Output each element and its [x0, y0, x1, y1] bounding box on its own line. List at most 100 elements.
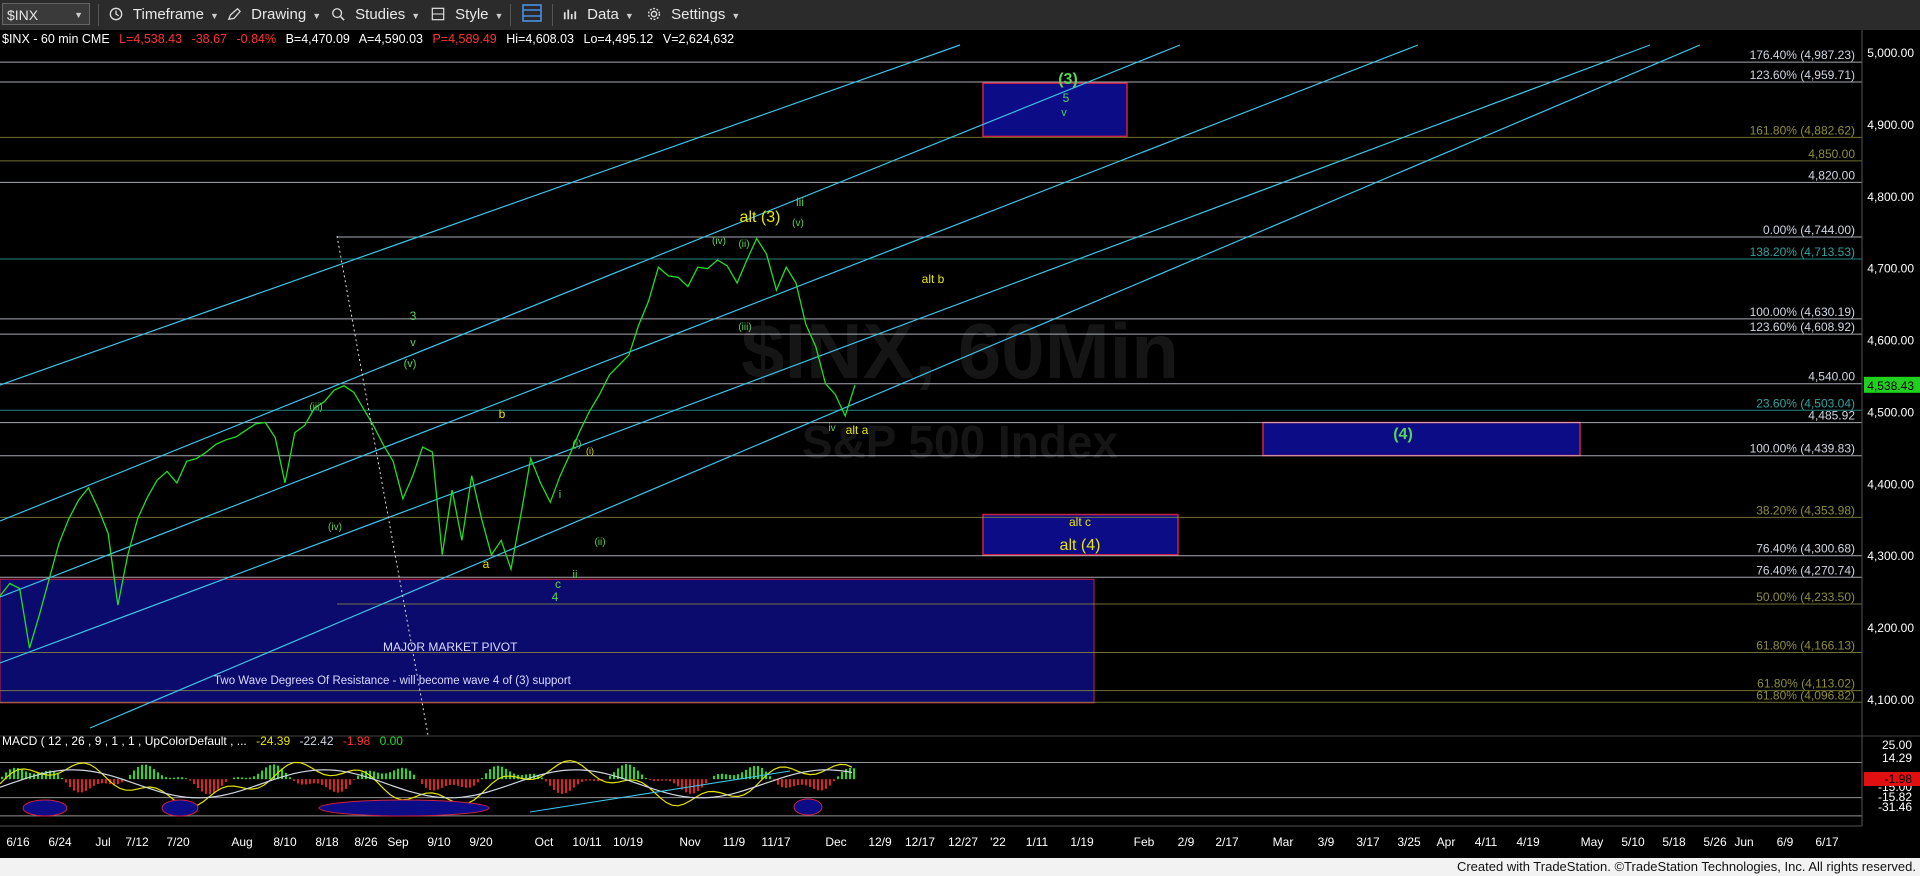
macd-current-value: -1.98 [1885, 772, 1913, 786]
wave-label: alt a [846, 423, 869, 437]
y-axis-tick-label: 4,700.00 [1867, 262, 1914, 276]
watermark-symbol: $INX, 60Min [741, 307, 1179, 395]
y-axis-tick-label: 4,500.00 [1867, 405, 1914, 419]
fib-level-label: 100.00% (4,630.19) [1750, 305, 1855, 319]
fib-level-label: 50.00% (4,233.50) [1756, 590, 1855, 604]
chevron-down-icon: ▼ [312, 11, 322, 21]
x-axis-tick-label: 8/10 [273, 835, 297, 849]
wave-label: a [483, 557, 490, 571]
wave-label: v [410, 337, 416, 349]
macd-value-2: -22.42 [299, 734, 333, 748]
x-axis-tick-label: 10/19 [613, 835, 643, 849]
x-axis-tick-label: 11/9 [723, 835, 746, 849]
timeframe-button[interactable]: Timeframe ▼ [108, 4, 219, 26]
header-bid: B=4,470.09 [286, 32, 350, 46]
y-axis-tick-label: 4,100.00 [1867, 693, 1914, 707]
copyright-text: Created with TradeStation. ©TradeStation… [1456, 859, 1916, 874]
header-change: -38.67 [192, 32, 227, 46]
drawing-button[interactable]: Drawing ▼ [226, 4, 321, 26]
target-box-label: (3) [1058, 71, 1078, 88]
y-axis-tick-label: 4,600.00 [1867, 334, 1914, 348]
wave-label: (iv) [328, 522, 342, 533]
settings-label: Settings [671, 6, 726, 23]
chevron-down-icon: ▼ [494, 11, 504, 21]
target-box-sublabel: v [1061, 107, 1067, 119]
x-axis-tick-label: 8/18 [315, 835, 339, 849]
x-axis-tick-label: 9/10 [427, 835, 451, 849]
wave-label: alt (3) [740, 209, 781, 226]
watermark: $INX, 60Min S&P 500 Index [741, 307, 1179, 468]
x-axis-tick-label: Jun [1734, 835, 1753, 849]
chevron-down-icon: ▼ [210, 11, 219, 21]
x-axis-tick-label: Oct [535, 835, 554, 849]
x-axis-tick-label: Sep [387, 835, 409, 849]
x-axis-tick-label: Jul [95, 835, 110, 849]
header-high: Hi=4,608.03 [506, 32, 574, 46]
target-box-label: (4) [1393, 426, 1413, 443]
x-axis-tick-label: 5/10 [1621, 835, 1645, 849]
x-axis-tick-label: Dec [825, 835, 846, 849]
macd-axis-label: 25.00 [1882, 738, 1912, 752]
macd-highlight-ellipse [22, 799, 68, 817]
x-axis-tick-label: 1/11 [1026, 835, 1049, 849]
data-button[interactable]: Data ▼ [562, 4, 634, 26]
wave-label: 3 [410, 309, 417, 323]
x-axis-tick-label: 4/11 [1475, 835, 1498, 849]
layout-icon [522, 4, 542, 22]
x-axis-tick-label: 6/17 [1815, 835, 1839, 849]
wave-label: iv [828, 423, 835, 434]
macd-value-4: 0.00 [380, 734, 404, 748]
symbol-selector[interactable]: $INX ▼ [2, 3, 90, 25]
x-axis-tick-label: Aug [231, 835, 252, 849]
x-axis-tick-label: 2/17 [1215, 835, 1239, 849]
footer: Created with TradeStation. ©TradeStation… [0, 858, 1920, 876]
y-axis-tick-label: 5,000.00 [1867, 46, 1914, 60]
fib-level-label: 123.60% (4,608.92) [1750, 320, 1855, 334]
y-axis-tick-label: 4,400.00 [1867, 477, 1914, 491]
studies-button[interactable]: Studies ▼ [330, 4, 420, 26]
wave-label: (ii) [738, 239, 749, 250]
fib-level-label: 176.40% (4,987.23) [1750, 48, 1855, 62]
x-axis-tick-label: 12/9 [868, 835, 892, 849]
macd-value-1: -24.39 [256, 734, 290, 748]
current-price-value: 4,538.43 [1867, 379, 1914, 393]
wave-label: (iii) [738, 322, 751, 333]
header-last: L=4,538.43 [119, 32, 182, 46]
fib-level-label: 4,820.00 [1808, 168, 1855, 182]
x-axis-tick-label: 4/19 [1516, 835, 1540, 849]
wave-label: alt b [922, 272, 945, 286]
x-axis-tick-label: 11/17 [761, 835, 790, 849]
target-box-sublabel: alt c [1069, 515, 1091, 529]
wave-label: ii [573, 569, 578, 581]
style-label: Style [455, 6, 489, 23]
wave-label: iii [796, 195, 804, 209]
wave-label: (ii) [594, 537, 605, 548]
toolbar: $INX ▼ Timeframe ▼ Drawing ▼ Studies ▼ Styl… [0, 0, 1920, 31]
x-axis-tick-label: 6/16 [6, 835, 30, 849]
wave-label: (v) [792, 218, 804, 229]
x-axis-tick-label: May [1581, 835, 1604, 849]
target-box [1262, 421, 1581, 457]
macd-highlight-ellipse [318, 799, 490, 817]
macd-highlight-ellipse [793, 798, 823, 816]
svg-text:$INX - 60 min CME L=4,5: $INX - 60 min CME L=4,538.43 -38.67 -0.8… [2, 32, 734, 46]
target-box-label: alt (4) [1060, 537, 1101, 554]
target-box [982, 82, 1128, 138]
fib-level-label: 0.00% (4,744.00) [1763, 223, 1855, 237]
header-low: Lo=4,495.12 [584, 32, 654, 46]
style-button[interactable]: Style ▼ [430, 4, 503, 26]
chevron-down-icon: ▼ [411, 11, 421, 21]
fib-level-label: 161.80% (4,882.62) [1750, 123, 1855, 137]
fib-level-label: 138.20% (4,713.53) [1750, 245, 1855, 259]
settings-button[interactable]: Settings ▼ [646, 4, 740, 26]
toolbar-divider [510, 4, 511, 26]
layout-button[interactable] [522, 4, 547, 26]
x-axis-tick-label: 6/24 [48, 835, 72, 849]
price-chart[interactable]: $INX, 60Min S&P 500 Index 176.40% (4,987… [0, 30, 1920, 858]
symbol-value: $INX [7, 7, 39, 23]
y-axis-tick-label: 4,200.00 [1867, 621, 1914, 635]
timeframe-label: Timeframe [132, 6, 205, 23]
x-axis-tick-label: 5/26 [1703, 835, 1727, 849]
x-axis-tick-label: Apr [1437, 835, 1456, 849]
fib-level-label: 61.80% (4,166.13) [1756, 638, 1855, 652]
